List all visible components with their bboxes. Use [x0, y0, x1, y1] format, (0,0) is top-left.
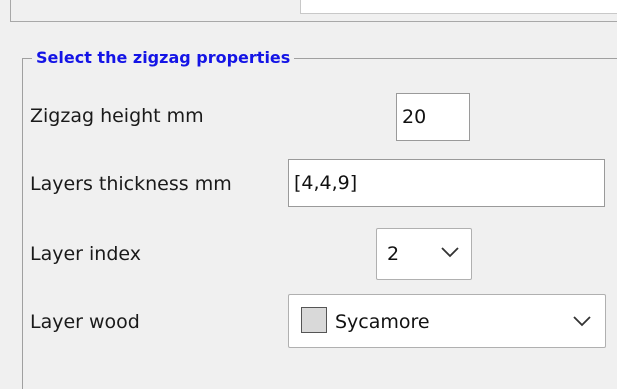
layers-thickness-label: Layers thickness mm	[30, 173, 232, 195]
previous-section-frame	[10, 0, 617, 22]
chevron-down-icon	[441, 247, 459, 258]
layer-wood-label: Layer wood	[30, 311, 140, 333]
group-title: Select the zigzag properties	[32, 46, 295, 70]
wood-color-swatch	[301, 307, 327, 333]
layer-index-value: 2	[387, 243, 400, 265]
layer-wood-dropdown[interactable]: Sycamore	[288, 294, 606, 348]
layer-index-label: Layer index	[30, 243, 141, 265]
layer-index-dropdown[interactable]: 2	[376, 228, 472, 280]
previous-section-input[interactable]	[300, 0, 617, 14]
layers-thickness-input[interactable]: [4,4,9]	[288, 159, 605, 207]
zigzag-height-input[interactable]: 20	[396, 93, 470, 141]
zigzag-height-label: Zigzag height mm	[30, 105, 204, 127]
layer-wood-value: Sycamore	[335, 311, 430, 333]
chevron-down-icon	[573, 316, 591, 327]
